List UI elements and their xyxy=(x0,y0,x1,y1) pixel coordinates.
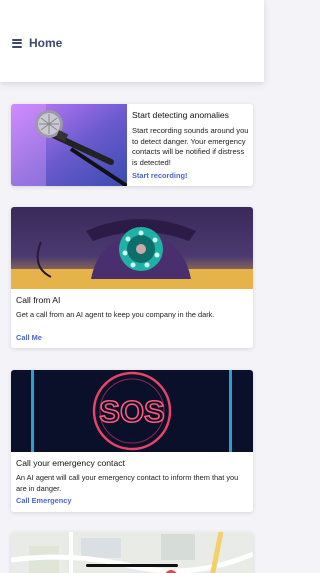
card-title: Call your emergency contact xyxy=(16,458,125,468)
card-description: An AI agent will call your emergency con… xyxy=(16,473,239,493)
card-description: Start recording sounds around you to det… xyxy=(132,126,249,167)
sos-neon-image: SOS xyxy=(11,370,253,452)
card-description: Get a call from an AI agent to keep you … xyxy=(16,310,215,319)
card-title: Start detecting anomalies xyxy=(132,110,229,120)
top-app-bar: Home xyxy=(0,0,264,82)
start-recording-link[interactable]: Start recording! xyxy=(132,171,187,180)
card-title: Call from AI xyxy=(16,295,61,305)
microphone-image xyxy=(11,104,127,186)
card-detect-anomalies[interactable]: Start detecting anomalies Start recordin… xyxy=(11,104,253,186)
page-title: Home xyxy=(29,36,63,50)
call-emergency-link[interactable]: Call Emergency xyxy=(16,496,71,505)
hamburger-icon[interactable] xyxy=(12,39,22,48)
telephone-image xyxy=(11,207,253,289)
call-me-link[interactable]: Call Me xyxy=(16,333,42,342)
card-call-emergency[interactable]: SOS Call your emergency contact An AI ag… xyxy=(11,370,253,512)
home-indicator[interactable] xyxy=(86,564,178,567)
card-call-from-ai[interactable]: Call from AI Get a call from an AI agent… xyxy=(11,207,253,348)
sos-image-text: SOS xyxy=(99,394,164,429)
